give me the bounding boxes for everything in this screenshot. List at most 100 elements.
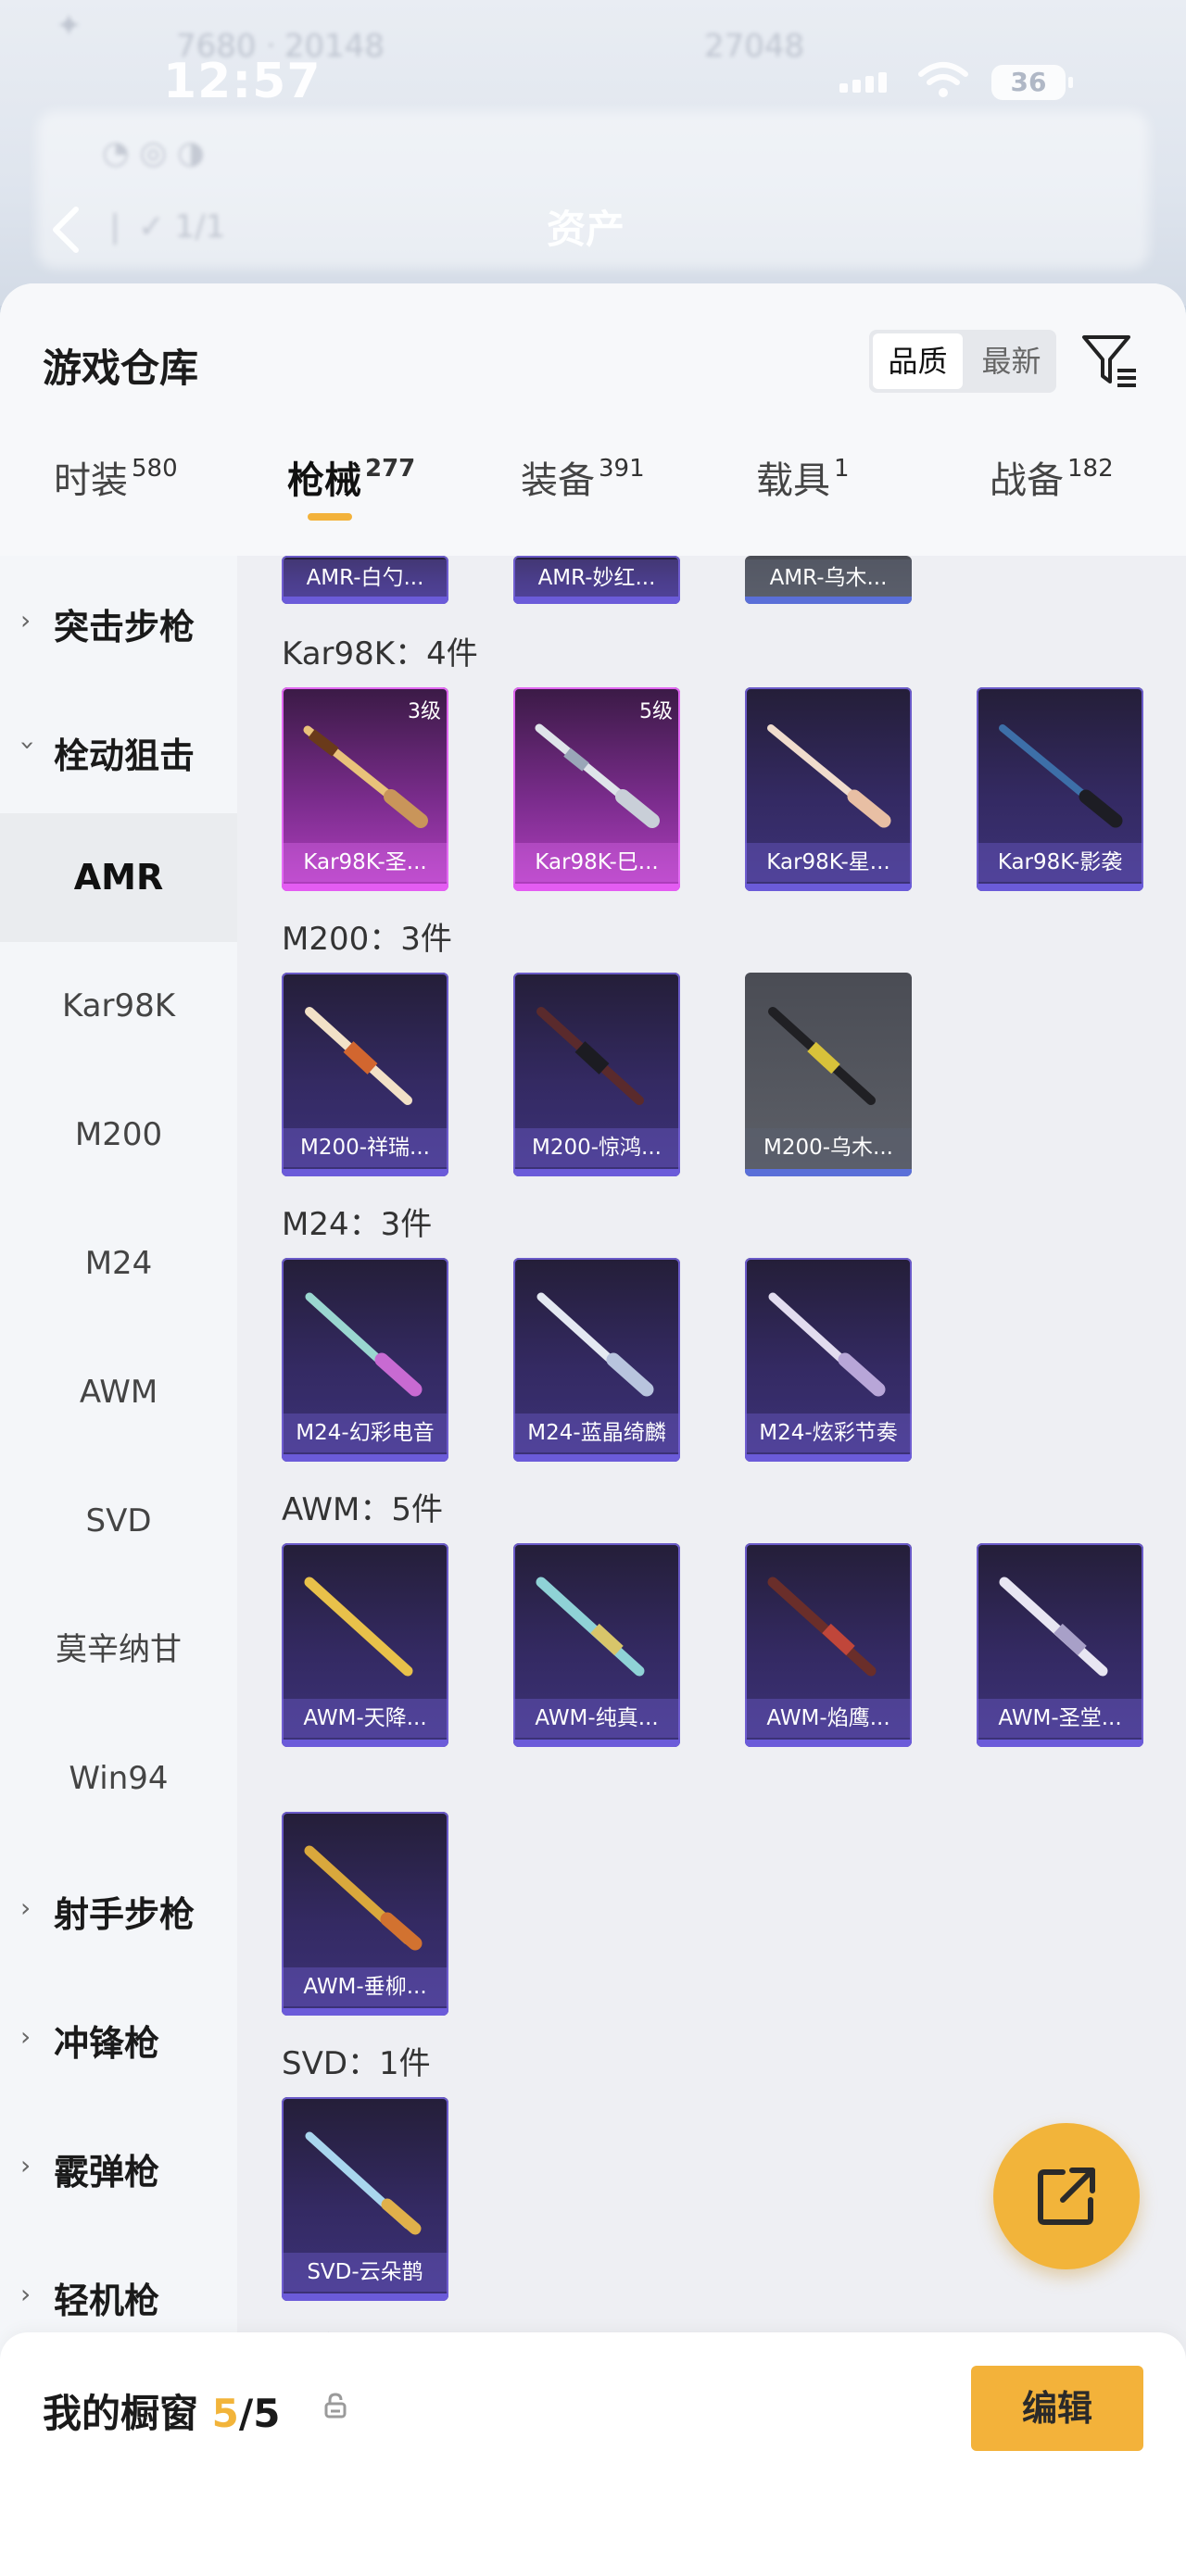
item-card[interactable]: AWM-天降... <box>282 1543 448 1747</box>
item-card[interactable]: 3级 Kar98K-圣... <box>282 687 448 891</box>
item-card[interactable]: M200-惊鸿... <box>513 973 680 1176</box>
sidebar-item-label: 冲锋枪 <box>54 2023 160 2064</box>
item-card[interactable]: AWM-圣堂... <box>977 1543 1143 1747</box>
item-card[interactable]: M24-蓝晶绮麟 <box>513 1258 680 1462</box>
item-name: AWM-天降... <box>282 1699 448 1738</box>
showcase-total: 5 <box>253 2391 281 2436</box>
item-name: AMR-白勺... <box>282 559 448 597</box>
tab-count: 277 <box>365 455 416 483</box>
item-name: M200-惊鸿... <box>513 1128 680 1167</box>
sidebar-item-label: 突击步枪 <box>54 607 196 647</box>
page-title: 游戏仓库 <box>43 346 199 391</box>
sidebar-sub-win94[interactable]: Win94 <box>0 1715 237 1843</box>
sidebar-sub-mosin[interactable]: 莫辛纳甘 <box>0 1586 237 1715</box>
item-name: M24-炫彩节奏 <box>745 1414 912 1452</box>
tab-equipment[interactable]: 装备 391 <box>521 450 645 504</box>
item-card[interactable]: AMR-白勺... <box>282 556 448 604</box>
tab-label: 枪械 <box>287 459 361 502</box>
item-name: Kar98K-星... <box>745 843 912 882</box>
level-badge: 5级 <box>639 700 673 723</box>
item-card[interactable]: M200-乌木... <box>745 973 912 1176</box>
rarity-bar <box>745 1169 912 1176</box>
rifle-icon <box>768 1007 876 1105</box>
sidebar-item-shotgun[interactable]: › 霰弹枪 <box>0 2101 237 2230</box>
edit-button[interactable]: 编辑 <box>971 2366 1143 2451</box>
item-card[interactable]: Kar98K-星... <box>745 687 912 891</box>
item-name: AWM-纯真... <box>513 1699 680 1738</box>
item-card[interactable]: SVD-云朵鹊 <box>282 2097 448 2301</box>
tab-vehicles[interactable]: 载具 1 <box>756 450 850 504</box>
item-card[interactable]: AWM-焰鹰... <box>745 1543 912 1747</box>
nav-title: 资产 <box>547 207 625 252</box>
rifle-icon <box>536 1577 645 1677</box>
rifle-icon <box>767 724 891 828</box>
item-card[interactable]: AMR-乌木... <box>745 556 912 604</box>
sheet-header: 游戏仓库 品质 最新 时装 580 枪械 277 装备 391 载具 1 战备 … <box>0 283 1186 556</box>
share-button[interactable] <box>993 2123 1140 2269</box>
rifle-icon <box>535 723 660 828</box>
sidebar-item-label: 霰弹枪 <box>54 2152 160 2193</box>
item-grid: AMR-白勺... AMR-妙红... AMR-乌木... Kar98K：4件 … <box>237 556 1186 2575</box>
item-name: M24-蓝晶绮麟 <box>513 1414 680 1452</box>
back-icon[interactable] <box>41 202 96 258</box>
item-card[interactable]: 5级 Kar98K-巳... <box>513 687 680 891</box>
sidebar-item-smg[interactable]: › 冲锋枪 <box>0 1972 237 2101</box>
wifi-icon <box>918 62 968 97</box>
rifle-icon <box>304 1577 413 1677</box>
chevron-right-icon: › <box>20 2021 32 2052</box>
rarity-bar <box>282 1169 448 1176</box>
group-title-m24: M24：3件 <box>282 1206 433 1243</box>
item-card[interactable]: AMR-妙红... <box>513 556 680 604</box>
sidebar-item-marksman[interactable]: › 射手步枪 <box>0 1843 237 1972</box>
sidebar-sub-kar98k[interactable]: Kar98K <box>0 942 237 1071</box>
sidebar-sub-m24[interactable]: M24 <box>0 1200 237 1328</box>
sidebar-sub-m200[interactable]: M200 <box>0 1071 237 1200</box>
rifle-icon <box>999 724 1123 828</box>
item-card[interactable]: AWM-垂柳... <box>282 1812 448 2016</box>
tab-fashion[interactable]: 时装 580 <box>54 450 178 504</box>
cellular-signal-icon <box>839 72 891 93</box>
rarity-bar <box>282 884 448 891</box>
item-card[interactable]: M24-幻彩电音 <box>282 1258 448 1462</box>
sidebar-sub-amr[interactable]: AMR <box>0 813 237 942</box>
item-card[interactable]: AWM-纯真... <box>513 1543 680 1747</box>
rifle-icon <box>303 725 428 828</box>
filter-icon[interactable] <box>1079 330 1140 391</box>
group-title-svd: SVD：1件 <box>282 2045 431 2082</box>
item-name: AMR-乌木... <box>745 559 912 597</box>
rarity-bar <box>282 2293 448 2301</box>
item-card[interactable]: M200-祥瑞... <box>282 973 448 1176</box>
item-name: Kar98K-巳... <box>513 843 680 882</box>
item-name: AWM-焰鹰... <box>745 1699 912 1738</box>
rarity-bar <box>513 1454 680 1462</box>
item-card[interactable]: M24-炫彩节奏 <box>745 1258 912 1462</box>
rarity-bar <box>282 2008 448 2016</box>
sort-quality-button[interactable]: 品质 <box>873 333 963 389</box>
level-badge: 3级 <box>408 700 441 723</box>
tab-guns[interactable]: 枪械 277 <box>287 450 416 521</box>
sidebar-sub-svd[interactable]: SVD <box>0 1457 237 1586</box>
rifle-icon <box>767 1577 877 1677</box>
rifle-icon <box>305 1007 412 1105</box>
rarity-bar <box>282 1454 448 1462</box>
tab-label: 载具 <box>756 459 830 502</box>
status-bar: 12:57 36 <box>0 0 1186 111</box>
item-name: Kar98K-圣... <box>282 843 448 882</box>
sidebar-sub-awm[interactable]: AWM <box>0 1328 237 1457</box>
chevron-right-icon: › <box>20 2279 32 2309</box>
sidebar-item-assault-rifle[interactable]: › 突击步枪 <box>0 556 237 685</box>
rarity-bar <box>977 1740 1143 1747</box>
chevron-down-icon: › <box>13 740 44 751</box>
tab-supplies[interactable]: 战备 182 <box>990 450 1114 504</box>
tab-label: 装备 <box>521 459 595 502</box>
item-name: M200-祥瑞... <box>282 1128 448 1167</box>
showcase-sep: / <box>238 2391 254 2436</box>
rifle-icon <box>305 2131 422 2235</box>
item-card[interactable]: Kar98K-影袭 <box>977 687 1143 891</box>
rarity-bar <box>977 884 1143 891</box>
rarity-bar <box>513 1740 680 1747</box>
rarity-bar <box>745 1454 912 1462</box>
sort-newest-button[interactable]: 最新 <box>966 330 1056 393</box>
sidebar-item-bolt-sniper[interactable]: › 栓动狙击 <box>0 685 237 813</box>
item-name: Kar98K-影袭 <box>977 843 1143 882</box>
